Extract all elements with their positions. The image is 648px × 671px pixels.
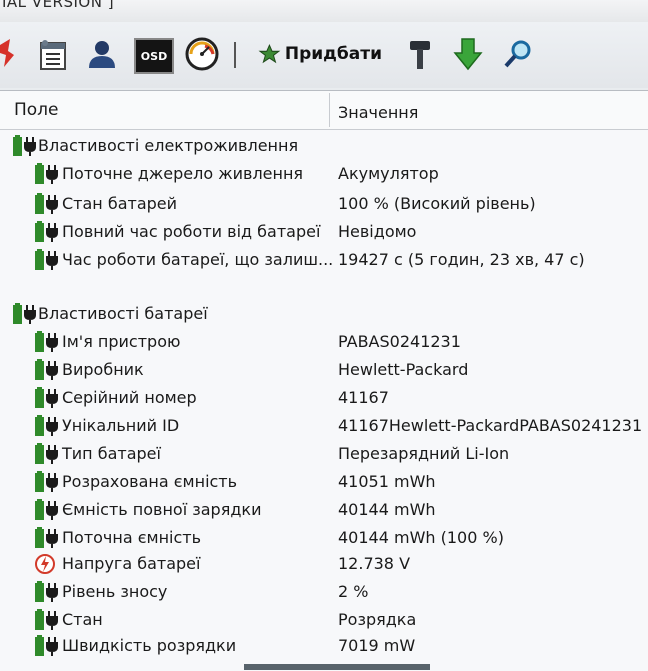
buy-label: Придбати [284, 44, 382, 64]
field-value: 40144 mWh [338, 500, 436, 519]
battery-plug-icon [34, 471, 58, 497]
field-value: PABAS0241231 [338, 332, 461, 351]
bug-icon[interactable] [0, 36, 16, 72]
field-name: Поточне джерело живлення [62, 164, 304, 183]
table-row[interactable]: Повний час роботи від батареї Невідомо [0, 219, 648, 245]
field-name: Напруга батареї [62, 554, 201, 573]
table-row[interactable]: Рівень зносу 2 % [0, 579, 648, 605]
horizontal-scrollbar-thumb[interactable] [244, 664, 430, 670]
field-name: Стан [62, 610, 103, 629]
field-value: Розрядка [338, 610, 417, 629]
field-value: 12.738 V [338, 554, 411, 573]
table-row[interactable]: Час роботи батареї, що залиш... 19427 с … [0, 247, 648, 273]
field-value: 2 % [338, 582, 369, 601]
battery-plug-icon [12, 303, 36, 329]
table-header: Поле Значення [0, 91, 648, 130]
download-arrow-icon[interactable] [450, 36, 486, 72]
table-row[interactable]: Ім'я пристрою PABAS0241231 [0, 329, 648, 355]
battery-plug-icon [34, 499, 58, 525]
battery-plug-icon [34, 387, 58, 413]
voltage-icon [34, 553, 58, 579]
hammer-icon[interactable] [402, 36, 438, 72]
calendar-list-icon[interactable] [36, 36, 72, 72]
gauge-icon[interactable] [184, 36, 220, 72]
field-value: 19427 с (5 годин, 23 хв, 47 с) [338, 250, 585, 269]
field-name: Тип батареї [62, 444, 161, 463]
table-row[interactable]: Ємність повної зарядки 40144 mWh [0, 497, 648, 523]
table-row[interactable]: Тип батареї Перезарядний Li-Ion [0, 441, 648, 467]
field-value: 7019 mW [338, 636, 416, 655]
field-value: 41051 mWh [338, 472, 436, 491]
column-header-field[interactable]: Поле [14, 100, 59, 120]
group-title: Властивості електроживлення [38, 136, 299, 155]
column-header-value[interactable]: Значення [338, 103, 418, 122]
column-divider[interactable] [329, 93, 330, 127]
table-row[interactable]: Поточна ємність 40144 mWh (100 %) [0, 525, 648, 551]
group-title: Властивості батареї [38, 304, 208, 323]
table-row[interactable]: Поточне джерело живлення Акумулятор [0, 161, 648, 187]
field-name: Швидкість розрядки [62, 636, 237, 655]
properties-panel: Поле Значення Властивості електроживленн… [0, 90, 648, 671]
group-power-properties[interactable]: Властивості електроживлення [0, 133, 648, 159]
battery-plug-icon [34, 193, 58, 219]
toolbar-separator [234, 42, 236, 68]
table-row[interactable]: Стан Розрядка [0, 607, 648, 633]
buy-button[interactable]: Придбати [258, 36, 382, 72]
field-name: Рівень зносу [62, 582, 168, 601]
battery-plug-icon [34, 331, 58, 357]
battery-plug-icon [34, 163, 58, 189]
field-name: Серійний номер [62, 388, 197, 407]
osd-icon[interactable]: OSD [134, 38, 174, 74]
window-title-bar: IAL VERSION ] [0, 0, 648, 22]
battery-plug-icon [34, 221, 58, 247]
group-battery-properties[interactable]: Властивості батареї [0, 301, 648, 327]
field-name: Повний час роботи від батареї [62, 222, 321, 241]
field-name: Стан батарей [62, 194, 178, 213]
field-value: Hewlett-Packard [338, 360, 469, 379]
osd-label: OSD [140, 49, 168, 63]
table-row[interactable]: Унікальний ID 41167Hewlett-PackardPABAS0… [0, 413, 648, 439]
field-value: Акумулятор [338, 164, 439, 183]
table-row[interactable]: Розрахована ємність 41051 mWh [0, 469, 648, 495]
user-icon[interactable] [84, 36, 120, 72]
toolbar: OSD Придбати [0, 22, 648, 88]
field-name: Поточна ємність [62, 528, 202, 547]
battery-plug-icon [34, 609, 58, 635]
field-value: 100 % (Високий рівень) [338, 194, 536, 213]
table-row[interactable]: Виробник Hewlett-Packard [0, 357, 648, 383]
field-name: Виробник [62, 360, 144, 379]
field-name: Розрахована ємність [62, 472, 238, 491]
battery-plug-icon [34, 359, 58, 385]
field-name: Ім'я пристрою [62, 332, 181, 351]
table-row[interactable]: Швидкість розрядки 7019 mW [0, 633, 648, 659]
search-icon[interactable] [500, 36, 536, 72]
buy-star-icon [258, 44, 281, 64]
window-title: IAL VERSION ] [2, 0, 115, 11]
table-row[interactable]: Напруга батареї 12.738 V [0, 551, 648, 577]
table-row[interactable]: Стан батарей 100 % (Високий рівень) [0, 191, 648, 217]
field-name: Унікальний ID [62, 416, 180, 435]
field-name: Ємність повної зарядки [62, 500, 262, 519]
battery-plug-icon [34, 581, 58, 607]
table-row[interactable]: Серійний номер 41167 [0, 385, 648, 411]
field-value: 40144 mWh (100 %) [338, 528, 504, 547]
battery-plug-icon [34, 443, 58, 469]
field-value: Перезарядний Li-Ion [338, 444, 510, 463]
battery-plug-icon [34, 249, 58, 275]
field-value: 41167Hewlett-PackardPABAS0241231 [338, 416, 643, 435]
battery-plug-icon [34, 635, 58, 661]
field-value: 41167 [338, 388, 389, 407]
battery-plug-icon [12, 135, 36, 161]
battery-plug-icon [34, 527, 58, 553]
field-value: Невідомо [338, 222, 417, 241]
battery-plug-icon [34, 415, 58, 441]
field-name: Час роботи батареї, що залиш... [62, 250, 334, 269]
